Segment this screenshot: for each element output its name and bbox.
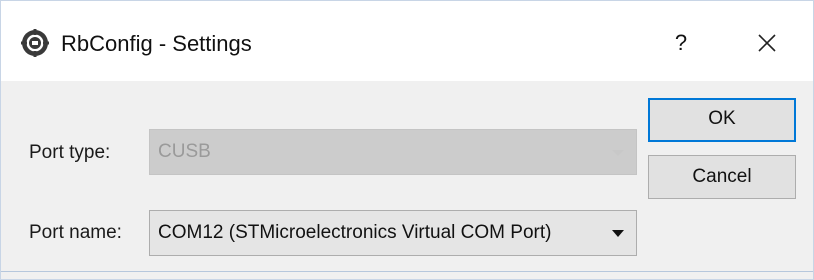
ok-button[interactable]: OK: [648, 98, 796, 142]
chevron-down-icon: [612, 150, 624, 156]
window-title: RbConfig - Settings: [61, 31, 252, 56]
title-bar: RbConfig - Settings ?: [1, 1, 813, 81]
cancel-button[interactable]: Cancel: [648, 155, 796, 199]
port-type-value: CUSB: [158, 141, 211, 162]
close-button[interactable]: [745, 23, 789, 63]
port-type-label: Port type:: [29, 142, 111, 163]
settings-dialog: RbConfig - Settings ? Port type: CUSB Po…: [0, 0, 814, 280]
rbconfig-app-icon: [21, 29, 49, 57]
port-name-select[interactable]: COM12 (STMicroelectronics Virtual COM Po…: [149, 210, 637, 256]
chevron-down-icon: [612, 230, 624, 237]
port-name-value: COM12 (STMicroelectronics Virtual COM Po…: [158, 222, 552, 243]
close-icon: [758, 34, 776, 52]
dialog-bottom-border: [1, 271, 813, 272]
port-name-label: Port name:: [29, 222, 122, 243]
help-button[interactable]: ?: [661, 23, 701, 63]
port-type-select[interactable]: CUSB: [149, 129, 637, 175]
